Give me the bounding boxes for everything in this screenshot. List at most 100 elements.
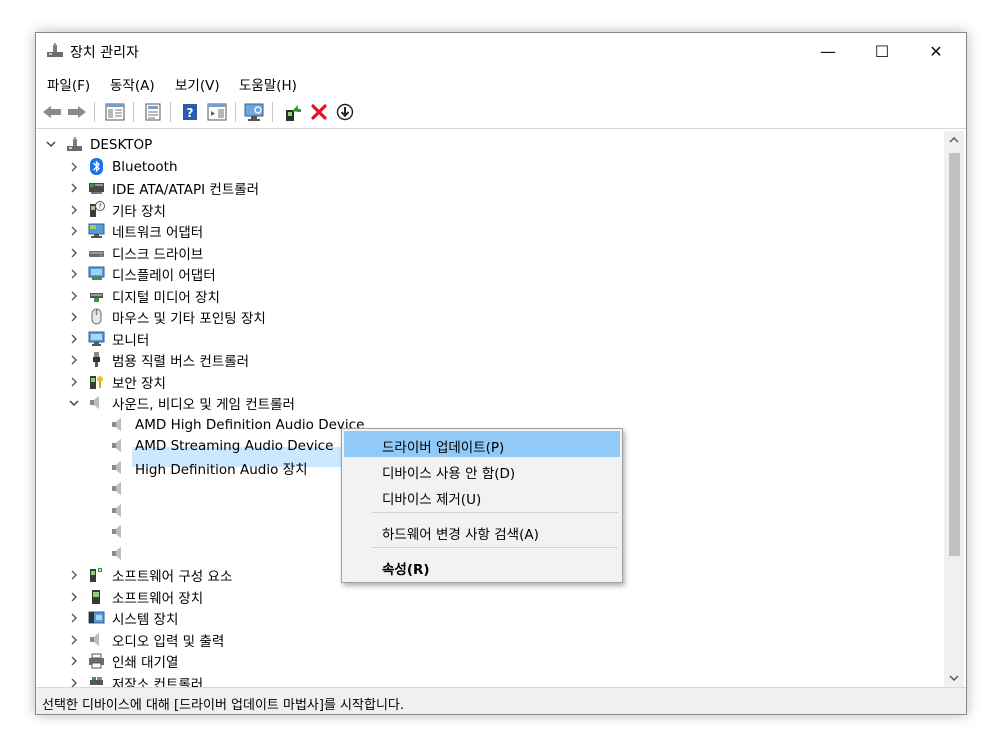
chevron-right-icon[interactable] <box>68 290 80 302</box>
speaker-icon <box>90 396 99 409</box>
chevron-down-icon[interactable] <box>68 397 80 409</box>
chevron-right-icon[interactable] <box>68 247 80 259</box>
menu-scan-hardware[interactable]: 하드웨어 변경 사항 검색(A) <box>344 518 620 544</box>
chevron-right-icon[interactable] <box>68 204 80 216</box>
minimize-button[interactable]: — <box>805 33 851 69</box>
tree-category[interactable]: 인쇄 대기열 <box>36 650 941 671</box>
software-component-icon <box>90 568 102 582</box>
ide-controller-icon <box>89 183 104 194</box>
chevron-right-icon[interactable] <box>68 182 80 194</box>
device-tree[interactable]: DESKTOP Bluetooth IDE ATA/ATAPI 컨트롤러? 기타 장… <box>36 131 966 687</box>
speaker-icon <box>112 525 121 538</box>
chevron-right-icon[interactable] <box>68 354 80 366</box>
back-icon[interactable] <box>41 102 63 122</box>
tree-category[interactable]: 마우스 및 기타 포인팅 장치 <box>36 306 941 327</box>
menu-view[interactable]: 보기(V) <box>175 74 220 94</box>
tree-label: 기타 장치 <box>112 203 166 220</box>
update-driver-icon[interactable] <box>281 102 303 122</box>
chevron-right-icon[interactable] <box>68 677 80 687</box>
tree-category[interactable]: 네트워크 어댑터 <box>36 220 941 241</box>
chevron-down-icon[interactable] <box>45 139 57 151</box>
tree-category[interactable]: 저장소 컨트롤러 <box>36 672 941 687</box>
menu-item-label: 디바이스 제거(U) <box>382 492 482 508</box>
tree-category[interactable]: 디스플레이 어댑터 <box>36 263 941 284</box>
tree-category[interactable]: 모니터 <box>36 328 941 349</box>
svg-text:?: ? <box>187 106 194 120</box>
usb-icon <box>93 352 100 367</box>
scroll-down-button[interactable] <box>944 669 964 687</box>
tree-label: 모니터 <box>112 332 150 349</box>
device-manager-window: 장치 관리자 — ☐ ✕ 파일(F) 동작(A) 보기(V) 도움말(H) ? <box>35 32 967 715</box>
chevron-right-icon[interactable] <box>68 376 80 388</box>
tree-category[interactable]: 범용 직렬 버스 컨트롤러 <box>36 349 941 370</box>
status-text: 선택한 디바이스에 대해 [드라이버 업데이트 마법사]를 시작합니다. <box>42 698 404 713</box>
disk-drive-icon <box>89 251 104 257</box>
tree-category[interactable]: Bluetooth <box>36 156 941 177</box>
menu-action[interactable]: 동작(A) <box>110 74 155 94</box>
tree-category[interactable]: IDE ATA/ATAPI 컨트롤러 <box>36 177 941 198</box>
tree-category[interactable]: 보안 장치 <box>36 371 941 392</box>
tree-category[interactable]: 디지털 미디어 장치 <box>36 285 941 306</box>
show-hide-tree-icon[interactable] <box>104 102 126 122</box>
scroll-up-button[interactable] <box>944 131 964 149</box>
chevron-right-icon[interactable] <box>68 569 80 581</box>
uninstall-icon[interactable] <box>308 102 330 122</box>
tree-category[interactable]: 시스템 장치 <box>36 607 941 628</box>
maximize-button[interactable]: ☐ <box>859 33 905 69</box>
tree-label: 마우스 및 기타 포인팅 장치 <box>112 310 266 327</box>
menu-file[interactable]: 파일(F) <box>47 74 90 94</box>
menu-item-label: 속성(R) <box>382 562 430 578</box>
device-manager-icon <box>47 43 63 57</box>
menu-help[interactable]: 도움말(H) <box>239 74 297 94</box>
help-icon[interactable]: ? <box>179 102 201 122</box>
speaker-icon <box>112 439 121 452</box>
chevron-right-icon[interactable] <box>68 612 80 624</box>
properties-icon[interactable] <box>142 102 164 122</box>
tree-category[interactable]: ? 기타 장치 <box>36 199 941 220</box>
download-icon[interactable] <box>334 102 356 122</box>
chevron-right-icon[interactable] <box>68 161 80 173</box>
toolbar: ? <box>36 95 966 129</box>
vertical-scrollbar[interactable] <box>944 131 964 687</box>
tree-label: 사운드, 비디오 및 게임 컨트롤러 <box>112 396 295 413</box>
chevron-right-icon[interactable] <box>68 225 80 237</box>
menu-properties[interactable]: 속성(R) <box>344 553 620 579</box>
chevron-right-icon[interactable] <box>68 268 80 280</box>
chevron-right-icon[interactable] <box>68 655 80 667</box>
scrollbar-thumb[interactable] <box>949 153 960 556</box>
title-bar[interactable]: 장치 관리자 — ☐ ✕ <box>36 33 966 69</box>
system-device-icon <box>88 611 105 624</box>
speaker-icon <box>112 461 121 474</box>
tree-label: High Definition Audio 장치 <box>135 461 308 478</box>
chevron-right-icon[interactable] <box>68 333 80 345</box>
menu-update-driver[interactable]: 드라이버 업데이트(P) <box>344 431 620 457</box>
tree-category[interactable]: 오디오 입력 및 출력 <box>36 629 941 650</box>
chevron-right-icon[interactable] <box>68 634 80 646</box>
tree-label: AMD Streaming Audio Device <box>135 437 334 454</box>
tree-root-desktop[interactable]: DESKTOP <box>36 134 941 155</box>
speaker-icon <box>112 547 121 560</box>
tree-category[interactable]: 사운드, 비디오 및 게임 컨트롤러 <box>36 392 941 413</box>
chevron-right-icon[interactable] <box>68 591 80 603</box>
tree-category[interactable]: 소프트웨어 장치 <box>36 586 941 607</box>
menu-separator <box>372 547 618 548</box>
forward-icon[interactable] <box>66 102 88 122</box>
menu-separator <box>372 512 618 513</box>
digital-media-icon <box>90 293 103 302</box>
bluetooth-icon <box>90 158 103 175</box>
tree-category[interactable]: 디스크 드라이브 <box>36 242 941 263</box>
tree-label: 디스크 드라이브 <box>112 246 204 263</box>
scan-hardware-icon[interactable] <box>243 102 265 122</box>
action-pane-icon[interactable] <box>206 102 228 122</box>
tree-label: 보안 장치 <box>112 375 166 392</box>
menu-uninstall-device[interactable]: 디바이스 제거(U) <box>344 483 620 509</box>
window-title: 장치 관리자 <box>70 45 139 61</box>
close-button[interactable]: ✕ <box>913 33 959 69</box>
software-device-icon <box>92 590 100 604</box>
tree-label: 시스템 장치 <box>112 611 179 628</box>
chevron-right-icon[interactable] <box>68 311 80 323</box>
tree-label: 네트워크 어댑터 <box>112 224 204 241</box>
menu-disable-device[interactable]: 디바이스 사용 안 함(D) <box>344 457 620 483</box>
network-adapter-icon <box>88 223 105 238</box>
mouse-icon <box>91 308 102 325</box>
